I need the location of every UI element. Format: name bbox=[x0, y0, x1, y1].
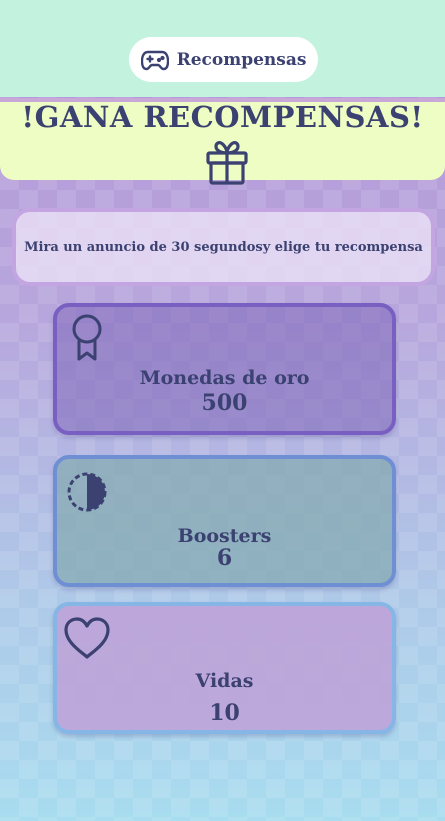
info-box: Mira un anuncio de 30 segundosy elige tu… bbox=[12, 208, 435, 286]
half-circle-icon bbox=[67, 472, 107, 512]
reward-value: 500 bbox=[201, 390, 248, 416]
reward-card-lives[interactable]: Vidas 10 bbox=[53, 602, 396, 734]
gift-icon bbox=[206, 141, 248, 185]
reward-value: 10 bbox=[209, 700, 240, 726]
info-text: Mira un anuncio de 30 segundosy elige tu… bbox=[24, 239, 423, 255]
reward-card-boosters[interactable]: Boosters 6 bbox=[53, 455, 396, 587]
ribbon-medal-icon bbox=[72, 314, 102, 361]
heart-icon bbox=[64, 617, 110, 659]
page-title: !GANA RECOMPENSAS! bbox=[21, 100, 424, 134]
reward-card-coins[interactable]: Monedas de oro 500 bbox=[53, 303, 396, 435]
gamepad-icon bbox=[140, 50, 169, 70]
reward-label: Boosters bbox=[177, 525, 272, 547]
tab-recompensas[interactable]: Recompensas bbox=[129, 37, 318, 82]
reward-value: 6 bbox=[216, 545, 233, 571]
tab-label: Recompensas bbox=[176, 49, 307, 70]
reward-label: Vidas bbox=[195, 670, 254, 692]
top-bar: Recompensas bbox=[0, 0, 445, 97]
reward-label: Monedas de oro bbox=[139, 367, 310, 389]
